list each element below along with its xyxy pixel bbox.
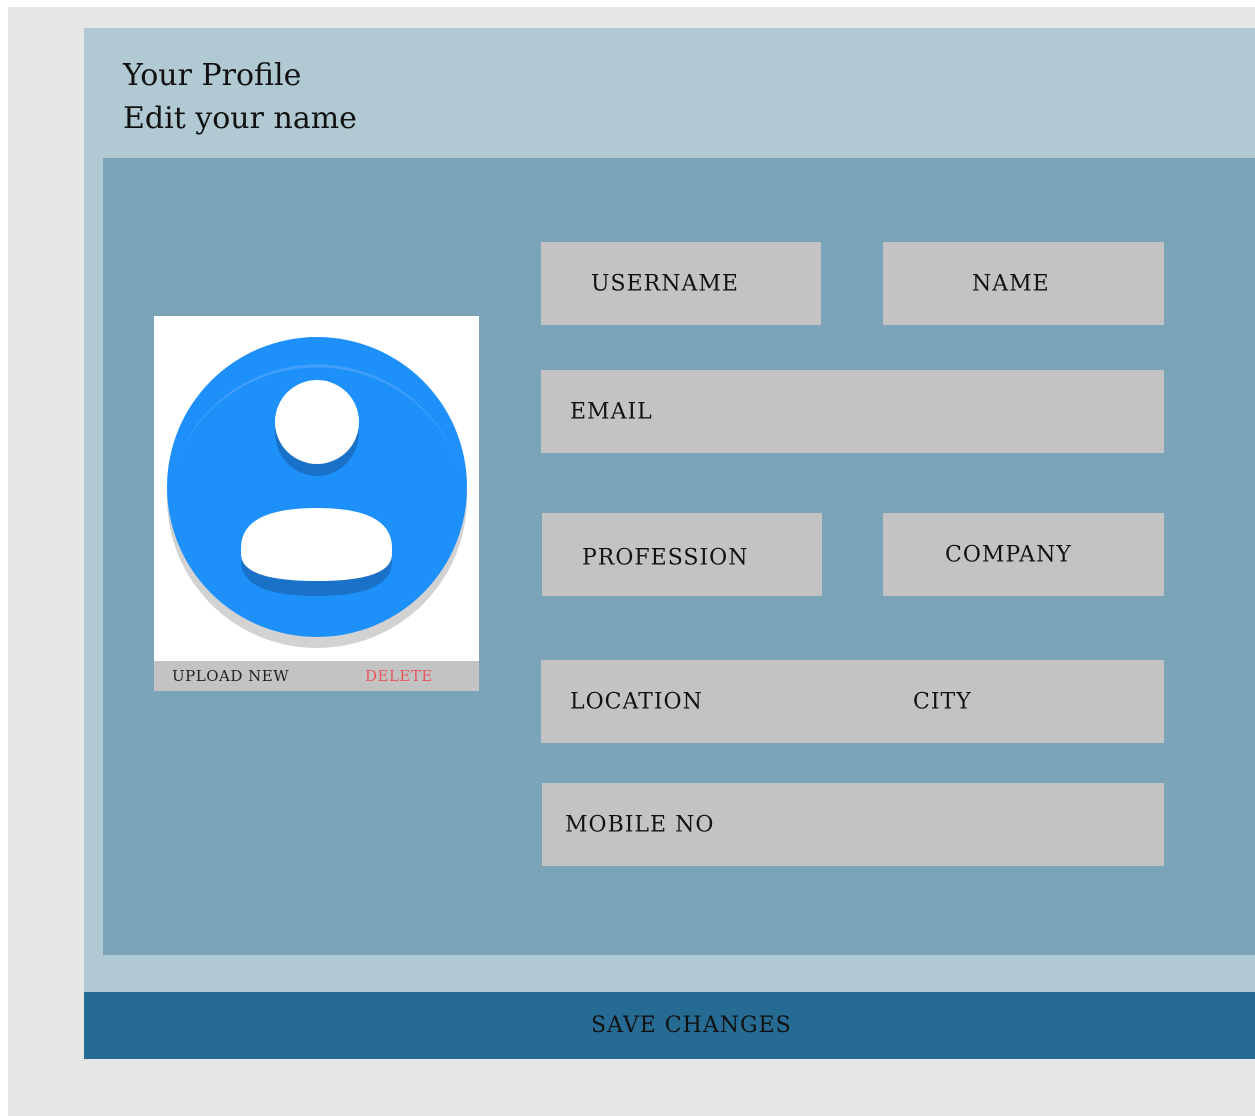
photo-actions-bar: UPLOAD NEW DELETE (154, 661, 479, 691)
name-field[interactable]: NAME (883, 242, 1164, 325)
email-field-label: EMAIL (570, 399, 653, 424)
profession-field[interactable]: PROFESSION (542, 513, 822, 596)
profile-photo-card: UPLOAD NEW DELETE (154, 316, 479, 691)
location-field-label: LOCATION (570, 689, 703, 714)
mobile-field-label: MOBILE NO (565, 812, 715, 837)
username-field[interactable]: USERNAME (541, 242, 821, 325)
page-subtitle: Edit your name (123, 101, 357, 136)
upload-new-button[interactable]: UPLOAD NEW (172, 667, 289, 685)
city-field-label[interactable]: CITY (913, 689, 972, 714)
company-field-label: COMPANY (945, 542, 1072, 567)
name-field-label: NAME (972, 271, 1050, 296)
username-field-label: USERNAME (591, 271, 739, 296)
save-changes-label: SAVE CHANGES (591, 1013, 792, 1038)
company-field[interactable]: COMPANY (883, 513, 1164, 596)
email-field[interactable]: EMAIL (541, 370, 1164, 453)
save-changes-button[interactable]: SAVE CHANGES (84, 992, 1255, 1059)
user-avatar-icon[interactable] (166, 336, 468, 648)
location-field[interactable]: LOCATION CITY (541, 660, 1164, 743)
profession-field-label: PROFESSION (582, 545, 749, 571)
page-title: Your Profile (123, 58, 302, 93)
mobile-number-field[interactable]: MOBILE NO (542, 783, 1164, 866)
delete-photo-button[interactable]: DELETE (365, 667, 433, 685)
